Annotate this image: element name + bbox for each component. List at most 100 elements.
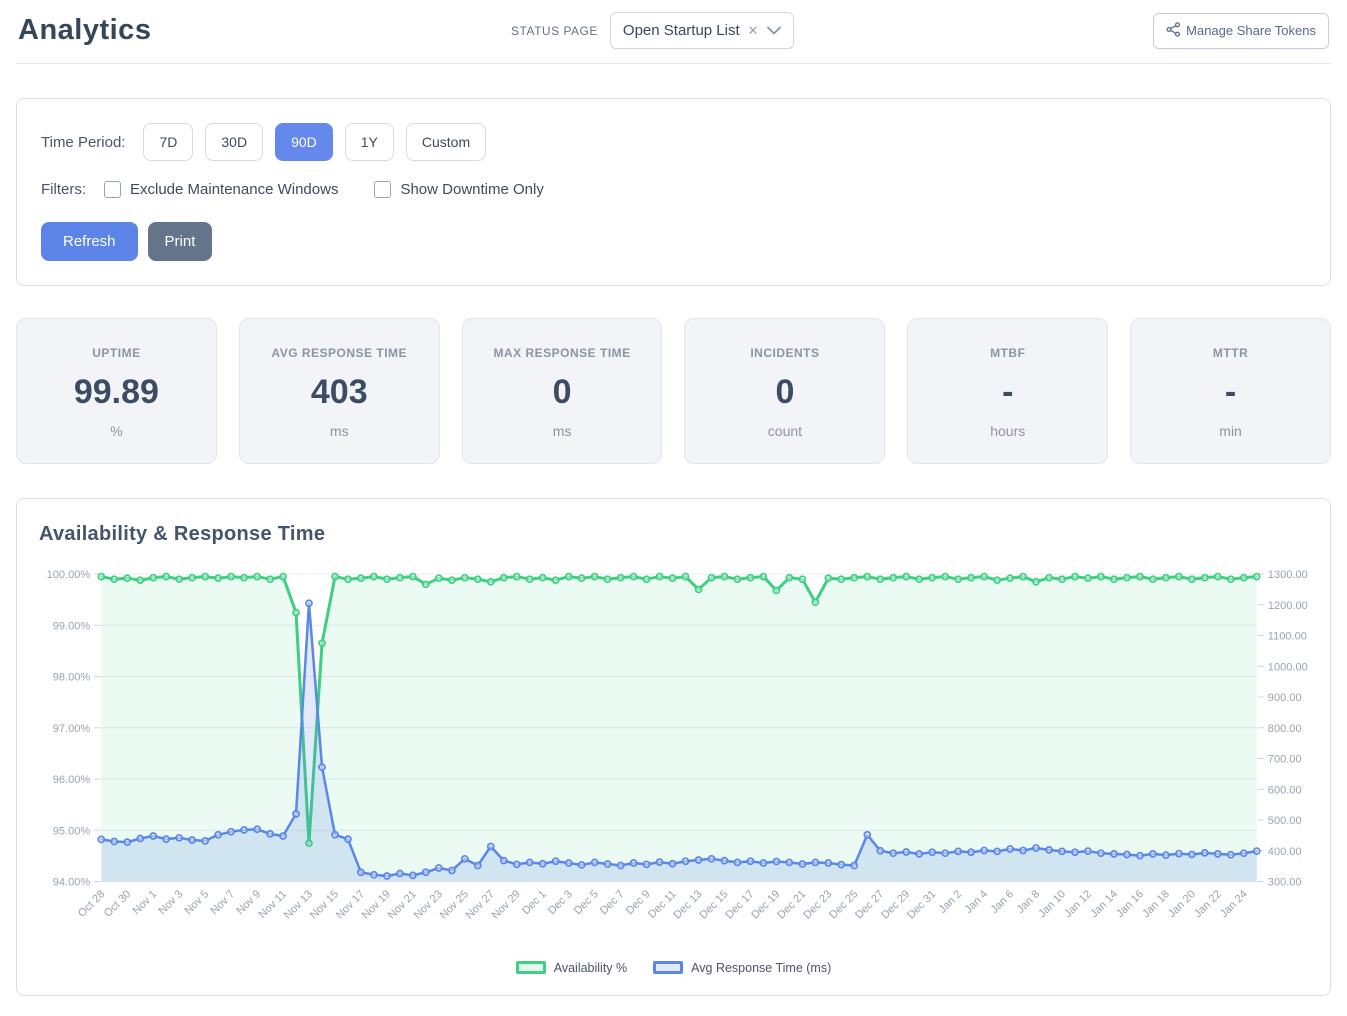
svg-text:900.00: 900.00 [1268,692,1302,704]
svg-text:Jan 20: Jan 20 [1166,888,1198,920]
legend-swatch-icon [516,961,546,974]
chevron-down-icon[interactable] [767,26,781,35]
period-button-7d[interactable]: 7D [143,123,193,161]
stat-label: UPTIME [25,346,208,360]
share-icon [1166,22,1181,40]
svg-text:Nov 7: Nov 7 [208,888,237,917]
stat-value: - [916,373,1099,412]
svg-text:Dec 3: Dec 3 [546,888,575,917]
svg-text:Jan 14: Jan 14 [1088,888,1120,920]
svg-text:800.00: 800.00 [1268,723,1302,735]
stat-card-mtbf: MTBF - hours [907,318,1108,464]
show-downtime-label: Show Downtime Only [400,181,543,198]
period-button-1y[interactable]: 1Y [345,123,394,161]
stat-label: MTTR [1139,346,1322,360]
exclude-maintenance-checkbox-group: Exclude Maintenance Windows [104,181,338,198]
exclude-maintenance-label: Exclude Maintenance Windows [130,181,338,198]
stat-value: - [1139,373,1322,412]
svg-text:Jan 22: Jan 22 [1192,888,1224,920]
svg-text:98.00%: 98.00% [53,672,91,684]
stat-label: INCIDENTS [693,346,876,360]
stat-card-mttr: MTTR - min [1130,318,1331,464]
status-page-value: Open Startup List [623,22,740,39]
legend-label: Availability % [554,961,627,975]
stat-card-uptime: UPTIME 99.89 % [16,318,217,464]
stat-unit: ms [248,423,431,439]
svg-text:95.00%: 95.00% [53,825,91,837]
chart-legend: Availability % Avg Response Time (ms) [39,961,1308,975]
svg-text:Jan 16: Jan 16 [1114,888,1146,920]
chart-card: Availability & Response Time 100.00% 99.0… [16,498,1331,996]
stat-label: MAX RESPONSE TIME [471,346,654,360]
svg-text:Dec 1: Dec 1 [520,888,549,917]
svg-text:300.00: 300.00 [1268,877,1302,889]
stat-card-avg-response: AVG RESPONSE TIME 403 ms [239,318,440,464]
stat-unit: ms [471,423,654,439]
chart-title: Availability & Response Time [39,523,1308,546]
stat-value: 99.89 [25,373,208,412]
period-button-custom[interactable]: Custom [406,123,486,161]
svg-text:700.00: 700.00 [1268,754,1302,766]
svg-text:99.00%: 99.00% [53,620,91,632]
stat-unit: count [693,423,876,439]
show-downtime-checkbox[interactable] [374,181,391,198]
availability-response-chart[interactable]: 100.00%99.00%98.00%97.00%96.00%95.00%94.… [39,560,1308,954]
stat-label: AVG RESPONSE TIME [248,346,431,360]
refresh-button[interactable]: Refresh [41,222,138,261]
chart-canvas[interactable]: 100.00%99.00%98.00%97.00%96.00%95.00%94.… [39,560,1308,959]
svg-text:96.00%: 96.00% [53,774,91,786]
svg-text:Dec 7: Dec 7 [598,888,627,917]
stat-unit: % [25,423,208,439]
stat-unit: hours [916,423,1099,439]
show-downtime-checkbox-group: Show Downtime Only [374,181,543,198]
svg-text:Nov 29: Nov 29 [490,888,523,921]
filters-label: Filters: [41,181,86,198]
status-page-label: STATUS PAGE [511,24,598,38]
svg-text:Dec 5: Dec 5 [572,888,601,917]
legend-label: Avg Response Time (ms) [691,961,831,975]
svg-text:Oct 28: Oct 28 [76,888,107,919]
analytics-page: Analytics STATUS PAGE Open Startup List … [0,0,1347,1016]
svg-text:500.00: 500.00 [1268,815,1302,827]
time-period-label: Time Period: [41,134,125,151]
manage-share-tokens-label: Manage Share Tokens [1186,23,1316,38]
stat-unit: min [1139,423,1322,439]
status-page-selector: STATUS PAGE Open Startup List ✕ [511,12,794,49]
stat-label: MTBF [916,346,1099,360]
filter-panel: Time Period: 7D 30D 90D 1Y Custom Filter… [16,98,1331,286]
svg-text:1000.00: 1000.00 [1268,661,1308,673]
stat-value: 0 [471,373,654,412]
manage-share-tokens-button[interactable]: Manage Share Tokens [1153,13,1329,49]
legend-swatch-icon [653,961,683,974]
exclude-maintenance-checkbox[interactable] [104,181,121,198]
stat-value: 0 [693,373,876,412]
svg-text:400.00: 400.00 [1268,846,1302,858]
legend-item[interactable]: Avg Response Time (ms) [653,961,831,975]
page-header: Analytics STATUS PAGE Open Startup List … [16,0,1331,64]
svg-text:1200.00: 1200.00 [1268,600,1308,612]
svg-text:Dec 31: Dec 31 [905,888,938,921]
period-button-30d[interactable]: 30D [205,123,263,161]
svg-text:Jan 2: Jan 2 [937,888,965,916]
svg-text:1300.00: 1300.00 [1268,569,1308,581]
print-button[interactable]: Print [148,222,213,261]
svg-text:Oct 30: Oct 30 [102,888,133,919]
period-button-90d[interactable]: 90D [275,123,333,161]
svg-text:Nov 5: Nov 5 [182,888,211,917]
status-page-select[interactable]: Open Startup List ✕ [610,12,794,49]
svg-text:Jan 6: Jan 6 [989,888,1017,916]
svg-text:Nov 3: Nov 3 [156,888,185,917]
page-title: Analytics [18,14,151,47]
svg-text:1100.00: 1100.00 [1268,631,1307,643]
svg-text:Nov 1: Nov 1 [130,888,159,917]
stats-row: UPTIME 99.89 % AVG RESPONSE TIME 403 ms … [16,318,1331,464]
stat-card-max-response: MAX RESPONSE TIME 0 ms [462,318,663,464]
legend-item[interactable]: Availability % [516,961,627,975]
actions-row: Refresh Print [41,222,1306,261]
svg-text:Jan 24: Jan 24 [1218,888,1250,920]
svg-text:Jan 4: Jan 4 [963,888,991,916]
svg-text:94.00%: 94.00% [53,877,91,889]
clear-icon[interactable]: ✕ [748,24,759,37]
svg-text:Jan 18: Jan 18 [1140,888,1172,920]
svg-text:100.00%: 100.00% [47,569,91,581]
